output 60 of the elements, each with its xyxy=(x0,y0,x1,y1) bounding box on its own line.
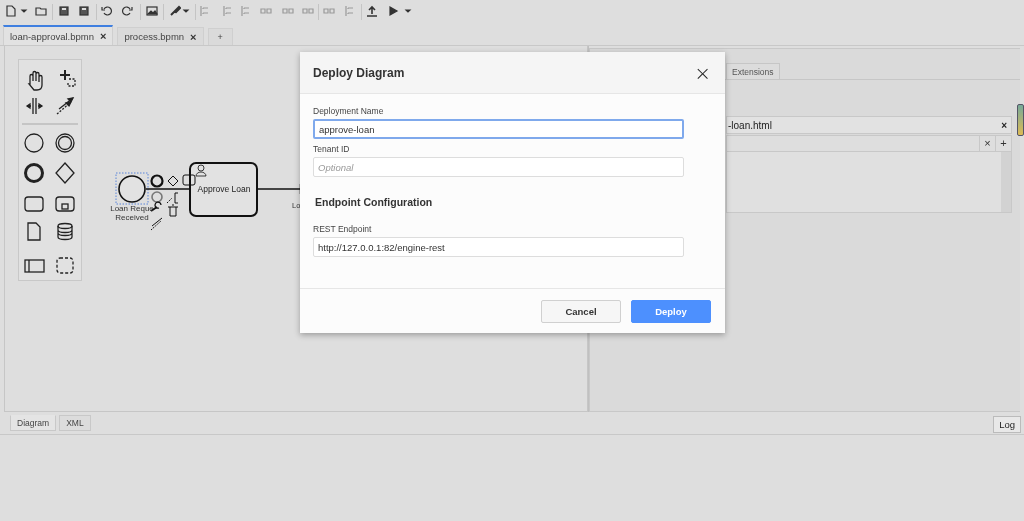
image-icon[interactable] xyxy=(146,5,158,17)
subprocess-icon[interactable] xyxy=(55,196,75,212)
task-icon[interactable] xyxy=(24,196,44,212)
annotation-icon[interactable] xyxy=(166,192,179,204)
add-button[interactable]: + xyxy=(995,136,1011,151)
connect-icon[interactable] xyxy=(56,97,75,115)
properties-tab[interactable]: Extensions xyxy=(726,63,780,79)
brush-icon[interactable] xyxy=(169,5,181,17)
save-icon[interactable] xyxy=(58,5,70,17)
play-icon[interactable] xyxy=(387,5,399,17)
close-icon[interactable]: × xyxy=(100,30,107,42)
field-label: Deployment Name xyxy=(313,106,385,116)
field-label: REST Endpoint xyxy=(313,224,373,234)
input-field[interactable]: -loan.html × xyxy=(726,116,1012,134)
input-field[interactable]: Optional xyxy=(313,157,684,177)
user-icon xyxy=(195,164,207,177)
end-event-icon[interactable] xyxy=(150,174,164,188)
connect-icon[interactable] xyxy=(150,217,163,231)
data-object-icon[interactable] xyxy=(27,222,41,241)
open-folder-icon[interactable] xyxy=(35,5,47,17)
intermediate-event-icon[interactable] xyxy=(55,133,75,153)
end-event-icon[interactable] xyxy=(24,163,44,183)
undo-icon[interactable] xyxy=(101,5,113,17)
input-field[interactable]: http://127.0.0.1:82/engine-rest xyxy=(313,237,684,257)
new-file-icon[interactable] xyxy=(5,5,17,17)
task-label: Approve Loan xyxy=(197,184,251,194)
log-button[interactable]: Log xyxy=(993,416,1021,433)
file-tab[interactable]: loan-approval.bpmn × xyxy=(3,25,114,45)
event-label: Received xyxy=(115,213,149,222)
clear-button[interactable]: × xyxy=(1001,119,1007,131)
cancel-button[interactable]: Cancel xyxy=(541,299,621,323)
save-as-icon[interactable] xyxy=(78,5,90,17)
data-store-icon[interactable] xyxy=(57,222,73,241)
remove-button[interactable]: × xyxy=(979,136,995,151)
upload-icon[interactable] xyxy=(366,5,378,17)
dialog-title: Deploy Diagram xyxy=(313,65,405,80)
intermediate-event-icon[interactable] xyxy=(151,191,163,203)
gateway-icon[interactable] xyxy=(167,175,179,187)
new-tab-button[interactable]: + xyxy=(207,28,233,45)
field-label: Tenant ID xyxy=(313,144,351,154)
group-icon[interactable] xyxy=(56,257,74,274)
view-tab[interactable]: XML xyxy=(59,415,91,431)
gateway-icon[interactable] xyxy=(55,162,75,184)
start-event-icon[interactable] xyxy=(24,133,44,153)
hand-icon[interactable] xyxy=(28,70,43,91)
input-field[interactable]: approve-loan xyxy=(313,119,684,139)
trash-icon[interactable] xyxy=(167,204,179,217)
section-title: Endpoint Configuration xyxy=(315,196,434,208)
view-tab[interactable]: Diagram xyxy=(10,415,57,431)
redo-icon[interactable] xyxy=(121,5,133,17)
close-button[interactable]: × xyxy=(694,62,711,83)
close-icon[interactable]: × xyxy=(190,30,197,43)
lasso-icon[interactable] xyxy=(59,69,76,87)
file-tab[interactable]: process.bpmn × xyxy=(117,27,204,45)
panel-handle[interactable] xyxy=(1017,104,1024,136)
pool-icon[interactable] xyxy=(24,259,45,273)
task-icon[interactable] xyxy=(182,174,196,186)
space-tool-icon[interactable] xyxy=(25,97,44,115)
approve-loan-task xyxy=(189,162,258,217)
event-label: Loan Reque xyxy=(110,204,154,213)
